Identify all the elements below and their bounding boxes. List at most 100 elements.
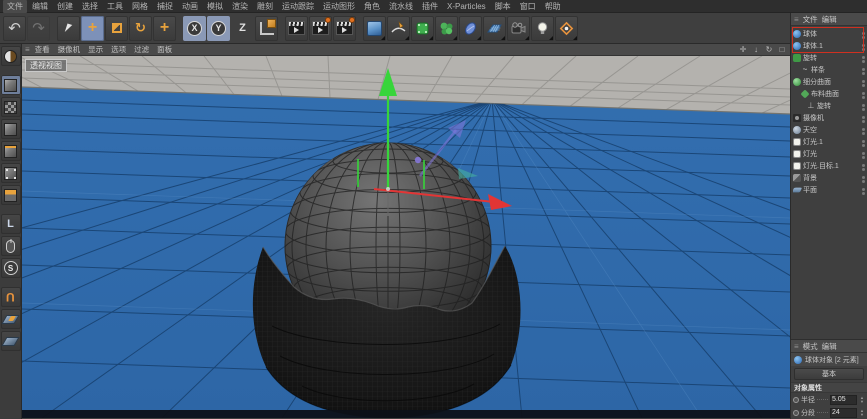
floor-button[interactable] bbox=[483, 15, 506, 41]
spinner-down-icon[interactable]: ▼ bbox=[859, 399, 865, 404]
rotate-view-icon[interactable]: ↻ bbox=[764, 45, 774, 54]
attr-menu-mode[interactable]: 模式 bbox=[803, 341, 818, 352]
menu-mesh[interactable]: 网格 bbox=[128, 0, 152, 13]
om-menu-file[interactable]: 文件 bbox=[803, 14, 818, 25]
tree-item-subdivision[interactable]: 细分曲面 bbox=[793, 76, 867, 88]
menu-plugins[interactable]: 插件 bbox=[418, 0, 442, 13]
tree-item-light[interactable]: 灯光 bbox=[793, 148, 867, 160]
segments-input[interactable]: 24 bbox=[830, 407, 857, 418]
keyframe-dot-icon[interactable] bbox=[793, 409, 799, 416]
workplane-lock-button[interactable] bbox=[0, 309, 21, 329]
undo-button[interactable]: ↶ bbox=[3, 15, 26, 41]
subdivision-surface-button[interactable] bbox=[411, 15, 434, 41]
lock-z-button[interactable]: Z bbox=[231, 16, 254, 41]
zoom-view-icon[interactable]: ↓ bbox=[751, 45, 761, 54]
menu-simulate[interactable]: 模拟 bbox=[203, 0, 227, 13]
light-target-icon bbox=[793, 162, 801, 170]
scale-tool[interactable] bbox=[105, 15, 128, 41]
menu-snap[interactable]: 捕捉 bbox=[153, 0, 177, 13]
menu-sculpt[interactable]: 雕刻 bbox=[253, 0, 277, 13]
tree-item-light-target[interactable]: 灯光.目标.1 bbox=[793, 160, 867, 172]
tree-item-spline[interactable]: ~ 样条 bbox=[793, 64, 867, 76]
render-picture-viewer-button[interactable] bbox=[309, 15, 332, 41]
texture-mode-button[interactable] bbox=[0, 97, 21, 117]
tree-item-background[interactable]: 背景 bbox=[793, 172, 867, 184]
primitive-cube-button[interactable] bbox=[363, 15, 386, 41]
menu-tools[interactable]: 工具 bbox=[103, 0, 127, 13]
tree-item-sphere[interactable]: 球体 bbox=[793, 28, 867, 40]
tree-item-lathe-child[interactable]: ⊥ 旋转 bbox=[793, 100, 867, 112]
spinner-down-icon[interactable]: ▼ bbox=[859, 412, 865, 417]
menu-character[interactable]: 角色 bbox=[360, 0, 384, 13]
subdivision-icon bbox=[793, 78, 801, 86]
viewport-canvas[interactable] bbox=[21, 56, 791, 419]
spline-pen-button[interactable] bbox=[387, 15, 410, 41]
workplane-button[interactable] bbox=[0, 331, 21, 351]
toggle-view-icon[interactable]: □ bbox=[777, 45, 787, 54]
camera-button[interactable] bbox=[507, 15, 530, 41]
viewport-solo-button[interactable] bbox=[0, 236, 21, 256]
live-selection-tool[interactable] bbox=[57, 15, 80, 41]
vp-menu-filter[interactable]: 过滤 bbox=[131, 44, 152, 55]
tree-item-sky[interactable]: 天空 bbox=[793, 124, 867, 136]
tree-item-cloth-surface[interactable]: 布料曲面 bbox=[793, 88, 867, 100]
polygon-mode-button[interactable] bbox=[0, 185, 21, 205]
vp-menu-cameras[interactable]: 摄像机 bbox=[55, 44, 84, 55]
tree-item-light1[interactable]: 灯光.1 bbox=[793, 136, 867, 148]
tree-item-camera[interactable]: 摄像机 bbox=[793, 112, 867, 124]
menu-script[interactable]: 脚本 bbox=[491, 0, 515, 13]
menu-mograph[interactable]: 运动图形 bbox=[319, 0, 359, 13]
tree-item-lathe[interactable]: 旋转 bbox=[793, 52, 867, 64]
redo-button[interactable]: ↷ bbox=[27, 15, 50, 41]
magnet-snap-button[interactable]: U bbox=[0, 287, 21, 307]
menu-file[interactable]: 文件 bbox=[3, 0, 27, 13]
menu-window[interactable]: 窗口 bbox=[516, 0, 540, 13]
vp-menu-options[interactable]: 选项 bbox=[108, 44, 129, 55]
environment-button[interactable] bbox=[459, 15, 482, 41]
om-menu-edit[interactable]: 编辑 bbox=[822, 14, 837, 25]
menu-xparticles[interactable]: X-Particles bbox=[443, 1, 490, 12]
menu-edit[interactable]: 编辑 bbox=[28, 0, 52, 13]
menu-motion-tracker[interactable]: 运动跟踪 bbox=[278, 0, 318, 13]
enable-axis-button[interactable]: L bbox=[0, 214, 21, 234]
uv-mesh-mode-button[interactable] bbox=[0, 119, 21, 139]
viewport-menu-icon[interactable]: ≡ bbox=[25, 45, 30, 54]
lock-y-button[interactable]: Y bbox=[207, 15, 230, 41]
object-manager-menu-icon[interactable]: ≡ bbox=[794, 15, 799, 24]
light-icon bbox=[793, 150, 801, 158]
coordinate-system-button[interactable] bbox=[255, 15, 278, 41]
keyframe-dot-icon[interactable] bbox=[793, 396, 799, 403]
edge-mode-button[interactable] bbox=[0, 141, 21, 161]
menu-create[interactable]: 创建 bbox=[53, 0, 77, 13]
move-tool[interactable]: + bbox=[81, 15, 104, 41]
attribute-menu-icon[interactable]: ≡ bbox=[794, 342, 799, 351]
menu-render[interactable]: 渲染 bbox=[228, 0, 252, 13]
menu-select[interactable]: 选择 bbox=[78, 0, 102, 13]
basic-tab-button[interactable]: 基本 bbox=[794, 368, 864, 380]
viewport[interactable]: ≡ 查看 摄像机 显示 选项 过滤 面板 ✛ ↓ ↻ □ 透视视图 bbox=[21, 44, 791, 419]
rotate-tool[interactable]: ↻ bbox=[129, 15, 152, 41]
attr-menu-edit[interactable]: 编辑 bbox=[822, 341, 837, 352]
snap-button[interactable]: S bbox=[0, 258, 21, 278]
deformer-button[interactable] bbox=[435, 15, 458, 41]
light-button[interactable] bbox=[531, 15, 554, 41]
tree-item-sphere1[interactable]: 球体.1 bbox=[793, 40, 867, 52]
render-settings-button[interactable] bbox=[333, 15, 356, 41]
menu-pipeline[interactable]: 流水线 bbox=[385, 0, 417, 13]
render-view-button[interactable] bbox=[285, 15, 308, 41]
vp-menu-view[interactable]: 查看 bbox=[32, 44, 53, 55]
point-mode-button[interactable] bbox=[0, 163, 21, 183]
vp-menu-panel[interactable]: 面板 bbox=[154, 44, 175, 55]
menu-animate[interactable]: 动画 bbox=[178, 0, 202, 13]
radius-input[interactable]: 5.05 bbox=[830, 394, 857, 405]
pan-view-icon[interactable]: ✛ bbox=[738, 45, 748, 54]
last-tool[interactable]: + bbox=[153, 15, 176, 41]
vp-menu-display[interactable]: 显示 bbox=[85, 44, 106, 55]
model-mode-button[interactable] bbox=[0, 75, 21, 95]
lock-x-button[interactable]: X bbox=[183, 15, 206, 41]
tree-item-plane[interactable]: 平面 bbox=[793, 184, 867, 196]
mograph-button[interactable] bbox=[555, 15, 578, 41]
object-properties-section[interactable]: 对象属性 bbox=[791, 382, 867, 393]
make-editable-button[interactable] bbox=[0, 46, 21, 66]
menu-help[interactable]: 帮助 bbox=[541, 0, 565, 13]
